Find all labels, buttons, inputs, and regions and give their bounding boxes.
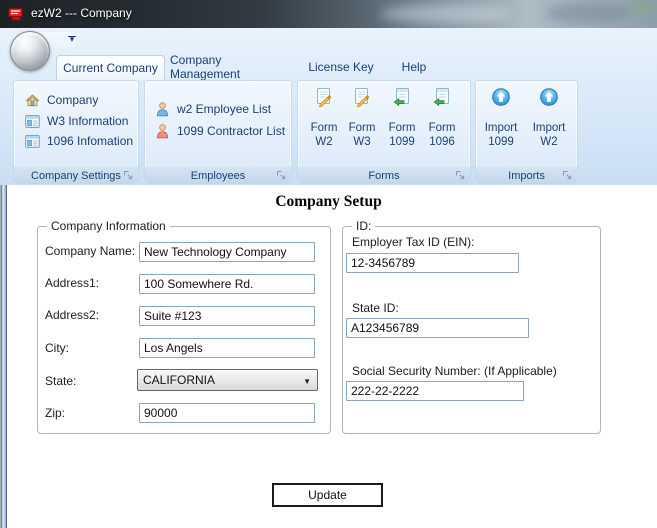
tab-license-key[interactable]: License Key [302, 55, 380, 79]
update-button[interactable]: Update [272, 483, 383, 507]
ribbon-group-employees: w2 Employee List 1099 Contractor List Em… [144, 80, 292, 185]
ribbon-item-1099-contractor-list[interactable]: 1099 Contractor List [155, 123, 285, 139]
app-window: ezW2 --- Company ▾ Current Company Compa… [0, 0, 657, 528]
glass-blur-decoration [545, 3, 630, 23]
tab-help[interactable]: Help [390, 55, 438, 79]
state-id-field[interactable] [346, 318, 529, 338]
groupbox-legend: ID: [352, 219, 376, 233]
chevron-down-icon: ▼ [303, 377, 311, 386]
import-up-icon [491, 87, 511, 108]
address2-label: Address2: [45, 308, 100, 322]
glass-blur-decoration [630, 1, 656, 11]
dialog-launcher-icon[interactable] [562, 170, 573, 181]
ssn-label: Social Security Number: (If Applicable) [352, 364, 557, 378]
import-up-icon [539, 87, 559, 108]
group-label: Company Settings [31, 169, 121, 182]
ribbon-group-company-settings: Company W3 Information 1096 Infomation C… [13, 80, 139, 185]
ribbon-item-label: 1099 Contractor List [177, 124, 286, 138]
document-edit-icon [352, 87, 372, 108]
state-label: State: [45, 374, 77, 388]
ribbon-button-form-1099[interactable]: Form 1099 [382, 85, 422, 163]
document-arrow-icon [392, 87, 412, 108]
group-label: Forms [368, 169, 400, 182]
ribbon-item-1096-information[interactable]: 1096 Infomation [25, 134, 133, 148]
company-name-label: Company Name: [45, 244, 136, 258]
city-field[interactable] [139, 338, 315, 358]
dialog-launcher-icon[interactable] [276, 170, 287, 181]
ribbon-item-label: Company [47, 93, 99, 107]
ribbon-button-form-w2[interactable]: Form W2 [304, 85, 344, 163]
group-footer-company-settings: Company Settings [14, 166, 138, 184]
ribbon-item-w2-employee-list[interactable]: w2 Employee List [155, 101, 271, 117]
ribbon-button-form-w3[interactable]: Form W3 [342, 85, 382, 163]
ribbon-group-forms: Form W2 Form W3 Form 1099 Form 1096 Form… [297, 80, 471, 185]
zip-label: Zip: [45, 406, 66, 420]
groupbox-legend: Company Information [47, 219, 170, 233]
address1-field[interactable] [139, 274, 315, 294]
city-label: City: [45, 341, 69, 355]
company-setup-panel: Company Setup Company Information Compan… [0, 185, 657, 528]
group-label: Imports [508, 169, 545, 182]
ribbon-button-import-1099[interactable]: Import 1099 [478, 85, 524, 163]
tab-label: License Key [308, 60, 374, 74]
ribbon-item-label: 1096 Infomation [47, 134, 134, 148]
form-window-icon [25, 114, 40, 128]
glass-blur-decoration [380, 5, 510, 23]
ribbon-button-label: Form W3 [348, 122, 376, 148]
ribbon: ▾ Current Company Company Management Lic… [0, 28, 657, 186]
ribbon-button-label: Form 1096 [428, 122, 456, 148]
ribbon-button-label: Import 1099 [484, 122, 518, 148]
form-window-icon [25, 134, 40, 148]
ribbon-button-label: Form 1099 [388, 122, 416, 148]
document-arrow-icon [432, 87, 452, 108]
group-label: Employees [190, 169, 246, 182]
application-orb-button[interactable] [10, 31, 50, 71]
tab-company-management[interactable]: Company Management [170, 53, 292, 81]
company-name-field[interactable] [139, 242, 315, 262]
ssn-field[interactable] [346, 381, 524, 401]
ribbon-button-form-1096[interactable]: Form 1096 [422, 85, 462, 163]
ribbon-item-company[interactable]: Company [25, 93, 98, 107]
tab-label: Current Company [63, 61, 158, 75]
state-dropdown[interactable]: CALIFORNIA ▼ [137, 369, 318, 391]
group-footer-imports: Imports [476, 166, 577, 184]
address2-field[interactable] [139, 306, 315, 326]
person-red-icon [155, 123, 170, 139]
ribbon-group-imports: Import 1099 Import W2 Imports [475, 80, 578, 185]
tab-label: Help [401, 60, 427, 74]
ein-field[interactable] [346, 253, 519, 273]
ribbon-item-label: W3 Information [47, 114, 129, 128]
page-title: Company Setup [275, 193, 382, 210]
document-edit-icon [314, 87, 334, 108]
title-bar: ezW2 --- Company [0, 0, 657, 29]
quick-access-dropdown-icon[interactable]: ▾ [66, 35, 78, 48]
ribbon-button-import-w2[interactable]: Import W2 [526, 85, 572, 163]
person-blue-icon [155, 101, 170, 117]
group-footer-employees: Employees [145, 166, 291, 184]
home-icon [25, 93, 40, 107]
dialog-launcher-icon[interactable] [455, 170, 466, 181]
dialog-launcher-icon[interactable] [123, 170, 134, 181]
ribbon-item-w3-information[interactable]: W3 Information [25, 114, 128, 128]
tab-current-company[interactable]: Current Company [56, 55, 165, 80]
ribbon-button-label: Form W2 [310, 122, 338, 148]
tab-label: Company Management [170, 53, 241, 81]
address1-label: Address1: [45, 276, 100, 290]
zip-field[interactable] [139, 403, 315, 423]
state-dropdown-value: CALIFORNIA [143, 373, 216, 387]
window-left-border [0, 185, 7, 528]
group-footer-forms: Forms [298, 166, 470, 184]
ribbon-item-label: w2 Employee List [177, 102, 272, 116]
ribbon-button-label: Import W2 [532, 122, 566, 148]
ein-label: Employer Tax ID (EIN): [352, 235, 475, 249]
ezw2-logo-icon [8, 8, 23, 21]
window-title: ezW2 --- Company [31, 6, 132, 20]
state-id-label: State ID: [352, 301, 399, 315]
